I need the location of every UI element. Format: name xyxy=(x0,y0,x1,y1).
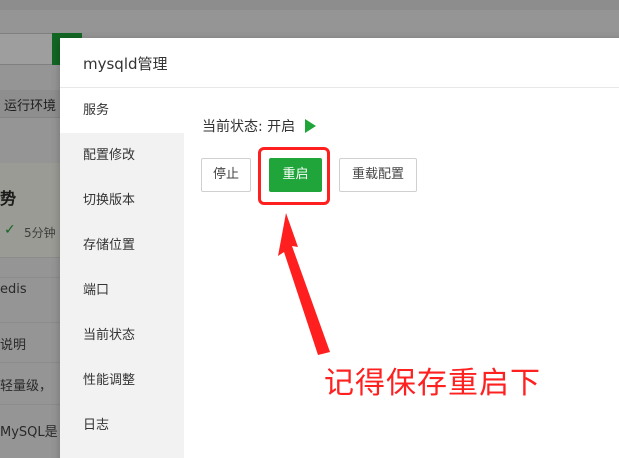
annotation-text: 记得保存重启下 xyxy=(324,366,541,401)
